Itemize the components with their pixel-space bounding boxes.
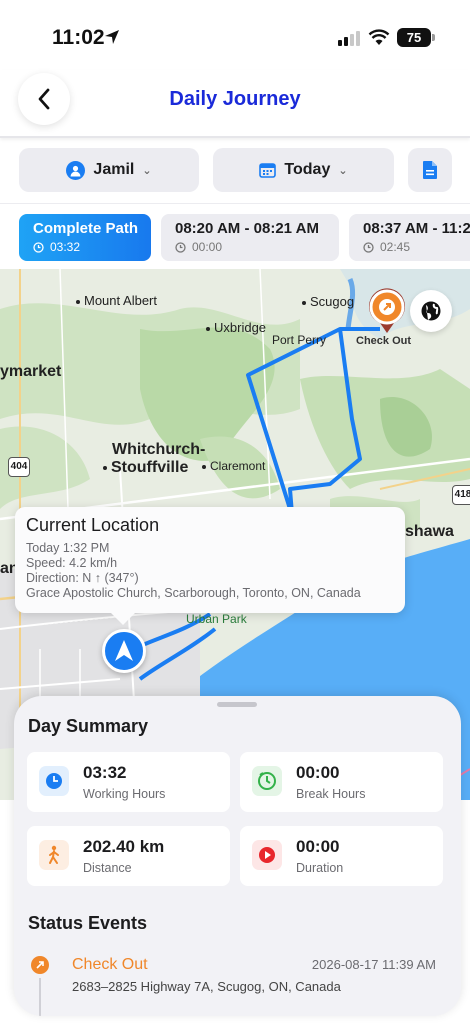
chevron-down-icon: ⌄ [338, 164, 348, 177]
map-place-label: Mount Albert [76, 293, 157, 308]
day-summary-title: Day Summary [28, 716, 149, 736]
status-bar: 11:02 75 [0, 0, 470, 70]
working-hours-value: 03:32 [83, 763, 127, 782]
break-hours-value: 00:00 [296, 763, 340, 782]
working-hours-label: Working Hours [83, 787, 166, 801]
map-place-label: Claremont [202, 459, 265, 473]
status-event-item[interactable]: Check Out 2026-08-17 11:39 AM 2683–2825 … [14, 944, 461, 1016]
calendar-icon [259, 163, 277, 178]
clock-icon [175, 241, 186, 253]
user-icon [66, 160, 86, 180]
user-filter-label: Jamil [93, 161, 135, 178]
event-datetime: 2026-08-17 11:39 AM [311, 957, 436, 972]
map-place-label: shawa [405, 523, 454, 540]
header: Daily Journey [0, 70, 470, 138]
date-filter-label: Today [284, 161, 331, 178]
map-place-label: Scugog [302, 294, 354, 309]
timeline-connector [39, 978, 41, 1016]
wifi-icon [368, 29, 390, 45]
document-icon [423, 161, 437, 179]
segment-label: 08:20 AM - 08:21 AM [175, 220, 319, 237]
current-location-tooltip: Current Location Today 1:32 PM Speed: 4.… [15, 507, 405, 625]
tooltip-time: Today 1:32 PM [26, 541, 110, 555]
date-filter-dropdown[interactable]: Today ⌄ [213, 148, 394, 192]
map-place-label: Urban Park [186, 612, 247, 626]
timer-icon [252, 766, 282, 796]
segment-trip-1[interactable]: 08:20 AM - 08:21 AM 00:00 [161, 214, 339, 261]
duration-value: 00:00 [296, 837, 340, 856]
segment-duration: 03:32 [50, 240, 81, 254]
day-summary-sheet: Day Summary 03:32 Working Hours 00:00 Br… [14, 696, 461, 1016]
tooltip-speed: Speed: 4.2 km/h [26, 556, 118, 570]
page-title: Daily Journey [169, 88, 301, 110]
break-hours-label: Break Hours [296, 787, 366, 801]
duration-card: 00:00 Duration [240, 826, 443, 886]
filter-bar: Jamil ⌄ Today ⌄ [0, 146, 470, 196]
report-button[interactable] [408, 148, 452, 192]
segment-tabs: Complete Path 03:32 08:20 AM - 08:21 AM … [0, 203, 470, 269]
status-events-title: Status Events [28, 913, 148, 933]
event-address: 2683–2825 Highway 7A, Scugog, ON, Canada [72, 979, 341, 994]
sheet-drag-handle[interactable] [217, 702, 257, 707]
clock-icon [363, 241, 374, 253]
checkout-pin-icon [369, 288, 405, 333]
duration-label: Duration [296, 861, 344, 875]
checkout-map-marker[interactable] [366, 287, 408, 340]
tooltip-address: Grace Apostolic Church, Scarborough, Tor… [26, 586, 361, 600]
checkout-map-label: Check Out [356, 335, 412, 347]
clock-icon [39, 766, 69, 796]
location-arrow-icon [105, 30, 119, 44]
navigation-arrow-icon [115, 640, 133, 661]
map-place-label: ymarket [0, 363, 62, 380]
segment-duration: 00:00 [192, 240, 223, 254]
segment-label: Complete Path [33, 220, 139, 237]
distance-label: Distance [83, 861, 132, 875]
event-title: Check Out [72, 956, 148, 973]
user-filter-dropdown[interactable]: Jamil ⌄ [19, 148, 199, 192]
chevron-down-icon: ⌄ [142, 164, 152, 177]
status-time: 11:02 [52, 26, 105, 49]
clock-icon [33, 241, 44, 253]
map-place-label: Uxbridge [206, 320, 266, 335]
map-place-label: Stouffville [103, 459, 188, 477]
segment-trip-2[interactable]: 08:37 AM - 11:2 02:45 [349, 214, 470, 261]
map-place-label: Port Perry [272, 333, 327, 347]
tooltip-direction: Direction: N ↑ (347°) [26, 571, 139, 585]
walking-person-icon [39, 840, 69, 870]
distance-card: 202.40 km Distance [27, 826, 230, 886]
tooltip-title: Current Location [26, 515, 160, 535]
working-hours-card: 03:32 Working Hours [27, 752, 230, 812]
segment-complete-path[interactable]: Complete Path 03:32 [19, 214, 151, 261]
highway-shield: 404 [8, 457, 30, 477]
cellular-signal-icon [338, 31, 360, 46]
globe-icon [421, 301, 441, 321]
highway-shield: 418 [452, 485, 470, 505]
segment-label: 08:37 AM - 11:2 [363, 220, 470, 237]
break-hours-card: 00:00 Break Hours [240, 752, 443, 812]
checkout-icon [31, 956, 49, 974]
current-location-marker[interactable] [102, 629, 146, 673]
segment-duration: 02:45 [380, 240, 411, 254]
battery-indicator: 75 [397, 28, 435, 47]
map-type-button[interactable] [410, 290, 452, 332]
map-place-label: Whitchurch- [112, 441, 206, 458]
play-icon [252, 840, 282, 870]
distance-value: 202.40 km [83, 837, 165, 856]
